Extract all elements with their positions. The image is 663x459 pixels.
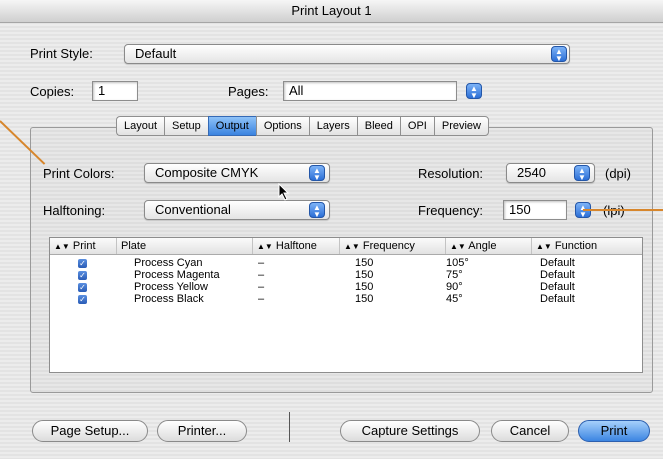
plates-table[interactable]: ▲▼ Print Plate ▲▼ Halftone ▲▼ Frequency … — [49, 237, 643, 373]
mouse-pointer-icon — [278, 183, 290, 201]
frequency-cell: 150 — [355, 269, 374, 281]
window-title: Print Layout 1 — [0, 0, 663, 23]
frequency-cell: 150 — [355, 293, 374, 305]
halftoning-stepper-icon[interactable]: ▲ ▼ — [309, 202, 325, 219]
function-cell: Default — [540, 257, 575, 269]
table-row[interactable]: ✓ Process Yellow – 150 90° Default — [50, 281, 642, 293]
halftone-cell: – — [258, 269, 265, 281]
function-cell: Default — [540, 293, 575, 305]
tab-bleed[interactable]: Bleed — [356, 116, 400, 136]
header-angle[interactable]: ▲▼ Angle — [445, 238, 531, 254]
header-function[interactable]: ▲▼ Function — [531, 238, 642, 254]
print-button[interactable]: Print — [578, 420, 650, 442]
printer-button[interactable]: Printer... — [157, 420, 247, 442]
copies-label: Copies: — [30, 84, 75, 99]
pages-stepper-icon[interactable]: ▲ ▼ — [466, 83, 482, 100]
cancel-button[interactable]: Cancel — [491, 420, 569, 442]
halftone-cell: – — [258, 293, 265, 305]
annotation-line-right — [583, 209, 663, 211]
header-halftone[interactable]: ▲▼ Halftone — [252, 238, 339, 254]
tab-layout[interactable]: Layout — [116, 116, 165, 136]
halftoning-value: Conventional — [155, 202, 231, 217]
angle-cell: 45° — [446, 293, 463, 305]
tab-options[interactable]: Options — [255, 116, 309, 136]
tab-opi[interactable]: OPI — [399, 116, 434, 136]
page-setup-button[interactable]: Page Setup... — [32, 420, 148, 442]
function-cell: Default — [540, 269, 575, 281]
sort-arrows-icon: ▲▼ — [536, 242, 552, 251]
frequency-value: 150 — [509, 202, 531, 217]
sort-arrows-icon: ▲▼ — [344, 242, 360, 251]
checkmark-icon[interactable]: ✓ — [78, 295, 87, 304]
copies-field[interactable]: 1 — [92, 81, 138, 101]
capture-settings-button[interactable]: Capture Settings — [340, 420, 480, 442]
frequency-field[interactable]: 150 — [503, 200, 567, 220]
table-row[interactable]: ✓ Process Magenta – 150 75° Default — [50, 269, 642, 281]
halftone-cell: – — [258, 281, 265, 293]
header-plate[interactable]: Plate — [116, 238, 252, 254]
sort-arrows-icon: ▲▼ — [54, 242, 70, 251]
frequency-label: Frequency: — [418, 203, 484, 218]
plate-cell: Process Black — [134, 293, 204, 305]
header-frequency[interactable]: ▲▼ Frequency — [339, 238, 445, 254]
tab-preview[interactable]: Preview — [433, 116, 489, 136]
plate-cell: Process Yellow — [134, 281, 208, 293]
table-row[interactable]: ✓ Process Cyan – 150 105° Default — [50, 257, 642, 269]
tab-output[interactable]: Output — [207, 116, 256, 136]
halftone-cell: – — [258, 257, 265, 269]
angle-cell: 105° — [446, 257, 469, 269]
pages-label: Pages: — [228, 84, 269, 99]
print-colors-stepper-icon[interactable]: ▲ ▼ — [309, 165, 325, 182]
halftoning-label: Halftoning: — [43, 203, 106, 218]
button-separator — [289, 412, 290, 442]
checkmark-icon[interactable]: ✓ — [78, 283, 87, 292]
tab-bar: Layout Setup Output Options Layers Bleed… — [116, 116, 489, 136]
checkmark-icon[interactable]: ✓ — [78, 271, 87, 280]
function-cell: Default — [540, 281, 575, 293]
frequency-cell: 150 — [355, 281, 374, 293]
pages-value: All — [289, 83, 304, 98]
header-print[interactable]: ▲▼ Print — [50, 238, 116, 254]
plates-table-header: ▲▼ Print Plate ▲▼ Halftone ▲▼ Frequency … — [50, 238, 642, 255]
print-colors-popup[interactable]: Composite CMYK — [144, 163, 330, 183]
resolution-label: Resolution: — [418, 166, 484, 181]
resolution-unit: (dpi) — [605, 166, 632, 181]
print-style-popup[interactable]: Default — [124, 44, 570, 64]
resolution-value: 2540 — [517, 165, 546, 180]
print-colors-label: Print Colors: — [43, 166, 115, 181]
sort-arrows-icon: ▲▼ — [257, 242, 273, 251]
print-style-value: Default — [135, 46, 177, 61]
pages-field[interactable]: All — [283, 81, 457, 101]
plate-cell: Process Cyan — [134, 257, 203, 269]
table-row[interactable]: ✓ Process Black – 150 45° Default — [50, 293, 642, 305]
halftoning-popup[interactable]: Conventional — [144, 200, 330, 220]
tab-layers[interactable]: Layers — [308, 116, 357, 136]
print-colors-value: Composite CMYK — [155, 165, 259, 180]
tab-setup[interactable]: Setup — [164, 116, 208, 136]
angle-cell: 75° — [446, 269, 463, 281]
copies-value: 1 — [98, 83, 106, 98]
plate-cell: Process Magenta — [134, 269, 220, 281]
print-style-label: Print Style: — [30, 46, 93, 61]
frequency-cell: 150 — [355, 257, 374, 269]
checkmark-icon[interactable]: ✓ — [78, 259, 87, 268]
sort-arrows-icon: ▲▼ — [450, 242, 466, 251]
print-style-stepper-icon[interactable]: ▲ ▼ — [551, 46, 567, 63]
resolution-stepper-icon[interactable]: ▲ ▼ — [574, 165, 590, 182]
angle-cell: 90° — [446, 281, 463, 293]
